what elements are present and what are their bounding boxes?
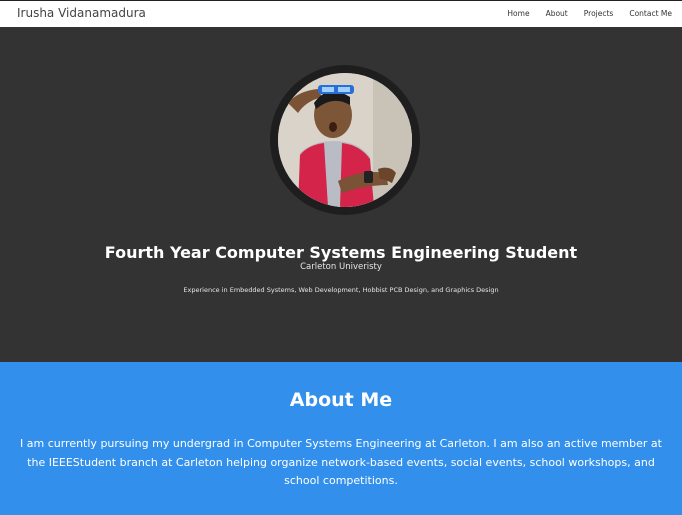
navbar: Irusha Vidanamadura Home About Projects … — [0, 0, 682, 27]
hero-subtitle: Carleton Univeristy — [300, 262, 382, 272]
nav-home-link[interactable]: Home — [507, 9, 529, 18]
about-body: I am currently pursuing my undergrad in … — [20, 437, 662, 487]
nav-about-link[interactable]: About — [546, 9, 568, 18]
about-section: About Me I am currently pursuing my unde… — [0, 362, 682, 515]
nav-contact-link[interactable]: Contact Me — [629, 9, 672, 18]
brand-link[interactable]: Irusha Vidanamadura — [17, 6, 146, 20]
nav-links: Home About Projects Contact Me — [507, 9, 672, 18]
hero-title: Fourth Year Computer Systems Engineering… — [104, 243, 578, 262]
profile-photo — [278, 73, 412, 207]
avatar-frame — [270, 65, 420, 215]
hero-tagline: Experience in Embedded Systems, Web Deve… — [183, 286, 499, 294]
about-title: About Me — [289, 389, 393, 411]
hero-section: Fourth Year Computer Systems Engineering… — [0, 27, 682, 362]
nav-projects-link[interactable]: Projects — [584, 9, 614, 18]
